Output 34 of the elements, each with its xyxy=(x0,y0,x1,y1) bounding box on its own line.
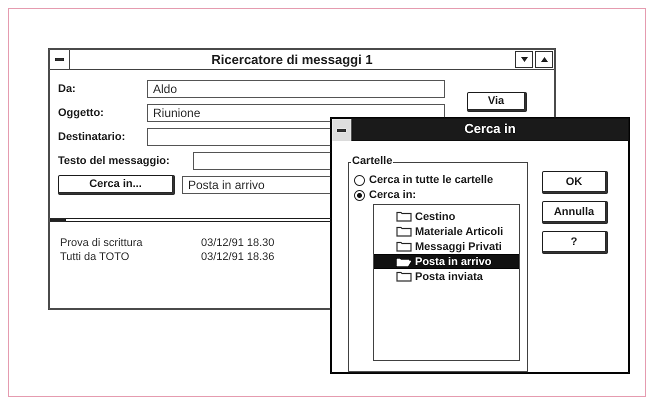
folder-item[interactable]: Messaggi Privati xyxy=(374,239,519,254)
down-triangle-icon xyxy=(520,57,528,62)
search-in-button[interactable]: Cerca in... xyxy=(58,174,175,194)
folder-item[interactable]: Materiale Articoli xyxy=(374,224,519,239)
maximize-button[interactable] xyxy=(535,51,553,68)
system-menu-button[interactable] xyxy=(332,119,352,141)
folder-icon xyxy=(396,211,412,222)
field-label: Da: xyxy=(58,82,77,94)
message-date: 03/12/91 18.36 xyxy=(201,250,274,264)
radio-button[interactable] xyxy=(354,174,365,186)
minimize-button[interactable] xyxy=(515,51,533,68)
group-label: Cartelle xyxy=(351,155,394,167)
message-date: 03/12/91 18.30 xyxy=(201,236,274,250)
folder-item[interactable]: Cestino xyxy=(374,209,519,224)
field-label: Destinatario: xyxy=(58,130,126,142)
folder-icon xyxy=(396,241,412,252)
open-folder-icon xyxy=(396,256,412,267)
dialog-button[interactable]: Annulla xyxy=(542,201,608,224)
dialog-button[interactable]: OK xyxy=(542,171,608,194)
field-label: Testo del messaggio: xyxy=(58,154,171,166)
folder-icon xyxy=(396,226,412,237)
up-triangle-icon xyxy=(540,57,548,62)
input-field[interactable]: Aldo xyxy=(147,80,445,98)
folder-item[interactable]: Posta inviata xyxy=(374,269,519,284)
go-button[interactable]: Via xyxy=(467,92,527,112)
message-subject: Prova di scrittura xyxy=(60,236,144,250)
folder-icon xyxy=(396,271,412,282)
field-label: Oggetto: xyxy=(58,106,105,118)
dialog-button[interactable]: ? xyxy=(542,231,608,254)
folder-item[interactable]: Posta in arrivo xyxy=(374,254,519,269)
dialog-title: Cerca in xyxy=(463,120,517,138)
window-title: Ricercatore di messaggi 1 xyxy=(210,51,374,69)
radio-button[interactable] xyxy=(354,190,365,200)
message-subject: Tutti da TOTO xyxy=(60,250,130,264)
